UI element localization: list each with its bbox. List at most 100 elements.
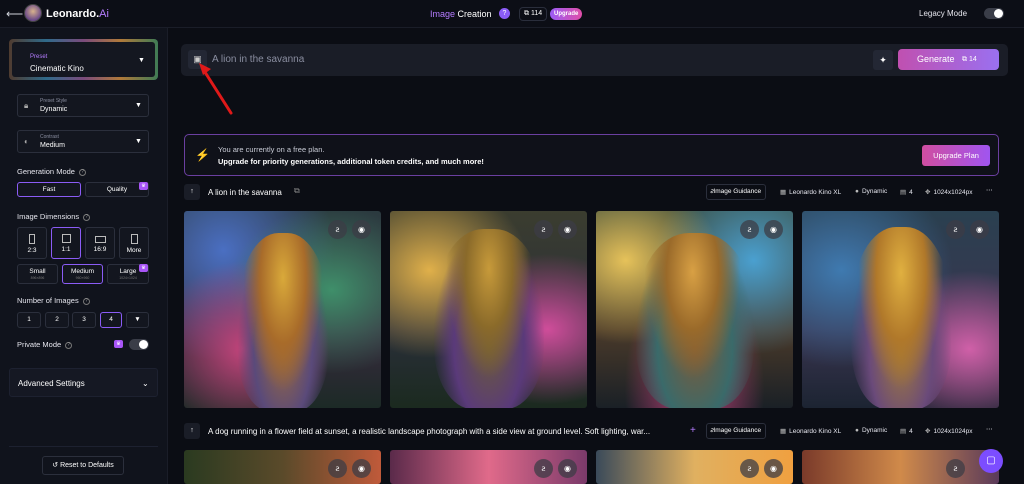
- ratio-1-1-button[interactable]: 1:1: [51, 227, 81, 259]
- advanced-settings-accordion[interactable]: Advanced Settings ⌄: [9, 368, 158, 397]
- copy-icon[interactable]: ⧉: [294, 186, 300, 196]
- mode-quality-label: Quality: [106, 186, 128, 193]
- image-dimensions-label: Image Dimensions: [17, 212, 80, 221]
- chevron-down-icon: ▼: [138, 57, 145, 64]
- ratio-more-button[interactable]: More: [119, 227, 149, 259]
- generated-image[interactable]: ꙅ ◉: [802, 211, 999, 408]
- preset-style-dropdown[interactable]: 🔒︎ Preset Style Dynamic ▼: [17, 94, 149, 117]
- legacy-mode-label: Legacy Mode: [919, 9, 968, 18]
- image-guidance-icon[interactable]: ꙅ: [534, 220, 553, 239]
- private-mode-toggle[interactable]: [129, 339, 149, 350]
- reset-to-defaults-button[interactable]: ↺ Reset to Defaults: [42, 456, 124, 475]
- lion-figure: [850, 227, 951, 408]
- model-icon: ▦: [780, 189, 787, 196]
- image-guidance-icon[interactable]: ꙅ: [328, 459, 347, 478]
- model-label: Leonardo Kino XL: [789, 428, 842, 435]
- legacy-mode-toggle[interactable]: [984, 8, 1004, 19]
- contrast-dropdown[interactable]: ◐ Contrast Medium ▼: [17, 130, 149, 153]
- ratio-2-3-button[interactable]: 2:3: [17, 227, 47, 259]
- generated-image[interactable]: ꙅ ◉: [596, 450, 793, 484]
- image-guidance-icon[interactable]: ꙅ: [534, 459, 553, 478]
- ratio-16-9-button[interactable]: 16:9: [85, 227, 115, 259]
- generation-header: ↑ A dog running in a flower field at sun…: [184, 423, 999, 439]
- upgrade-button[interactable]: Upgrade: [550, 8, 583, 20]
- count-1-button[interactable]: 1: [17, 312, 41, 328]
- model-tag: ▦ Leonardo Kino XL: [780, 188, 841, 196]
- image-guidance-icon[interactable]: ꙅ: [740, 459, 759, 478]
- avatar[interactable]: [24, 4, 42, 22]
- back-arrow-icon[interactable]: ⟵: [6, 7, 23, 21]
- guidance-label: Image Guidance: [713, 188, 762, 195]
- token-balance: ⧉ 114: [519, 7, 548, 21]
- generated-image[interactable]: ꙅ ◉: [184, 211, 381, 408]
- landscape-ratio-icon: [94, 236, 106, 243]
- brand-name: Leonardo.: [46, 8, 100, 20]
- count-more-dropdown[interactable]: ▼: [126, 312, 149, 328]
- image-guidance-tag[interactable]: ꙅImage Guidance: [706, 423, 767, 439]
- brand-logo[interactable]: Leonardo.Ai: [46, 8, 109, 20]
- ratio-label: 16:9: [93, 246, 107, 253]
- image-guidance-icon[interactable]: ꙅ: [946, 220, 965, 239]
- count-label: 4: [909, 428, 913, 435]
- info-icon[interactable]: ?: [78, 168, 86, 176]
- more-options-icon[interactable]: ⋯: [986, 186, 993, 194]
- prompt-magic-button[interactable]: ✦: [873, 50, 893, 70]
- premium-icon: ♛: [114, 340, 123, 348]
- size-small-button[interactable]: Small 896×896: [17, 264, 58, 284]
- reuse-prompt-icon[interactable]: ↑: [184, 184, 200, 200]
- number-of-images-label: Number of Images: [17, 296, 79, 305]
- generated-image[interactable]: ꙅ ◉: [390, 450, 587, 484]
- info-icon[interactable]: ?: [82, 297, 90, 305]
- image-guidance-icon[interactable]: ꙅ: [946, 459, 965, 478]
- size-sub: 960×960: [75, 276, 90, 280]
- private-mode-title: Private Mode?: [17, 340, 73, 349]
- image-guidance-icon[interactable]: ꙅ: [740, 220, 759, 239]
- banner-line-1: You are currently on a free plan.: [218, 145, 325, 154]
- image-guidance-tag[interactable]: ꙅImage Guidance: [706, 184, 767, 200]
- size-sub: 1024×1024: [119, 276, 137, 280]
- portrait-ratio-icon: [29, 234, 35, 244]
- eye-icon[interactable]: ◉: [764, 459, 783, 478]
- preset-style-value: Dynamic: [40, 106, 68, 113]
- preset-selector[interactable]: Preset Cinematic Kino ▼: [9, 39, 158, 80]
- info-icon[interactable]: ?: [83, 213, 91, 221]
- upgrade-plan-button[interactable]: Upgrade Plan: [922, 145, 990, 166]
- more-options-icon[interactable]: ⋯: [986, 425, 993, 433]
- image-guidance-icon[interactable]: ꙅ: [328, 220, 347, 239]
- token-icon: ⧉: [524, 10, 529, 17]
- mode-fast-button[interactable]: Fast: [17, 182, 81, 197]
- generated-image[interactable]: ꙅ ◉: [390, 211, 587, 408]
- preset-label: Preset: [30, 54, 48, 60]
- generate-button[interactable]: Generate ⧉ 14: [898, 49, 999, 70]
- eye-icon[interactable]: ◉: [764, 220, 783, 239]
- premium-icon: ♛: [139, 182, 148, 190]
- banner-line-2: Upgrade for priority generations, additi…: [218, 157, 484, 166]
- chat-support-button[interactable]: ▢: [979, 449, 1003, 473]
- count-3-button[interactable]: 3: [72, 312, 96, 328]
- advanced-settings-label: Advanced Settings: [18, 379, 85, 388]
- eye-icon[interactable]: ◉: [352, 459, 371, 478]
- size-tag: ✥ 1024x1024px: [925, 188, 973, 196]
- sidebar: Preset Cinematic Kino ▼ 🔒︎ Preset Style …: [0, 28, 168, 484]
- reuse-prompt-icon[interactable]: ↑: [184, 423, 200, 439]
- info-icon[interactable]: ?: [65, 341, 73, 349]
- help-icon[interactable]: ?: [499, 8, 510, 19]
- square-ratio-icon: [61, 234, 71, 243]
- eye-icon[interactable]: ◉: [352, 220, 371, 239]
- lock-icon: 🔒︎: [24, 101, 29, 110]
- size-label: Small: [29, 268, 46, 275]
- divider: [9, 446, 158, 447]
- images-icon: ▤: [900, 189, 907, 196]
- brand-suffix: Ai: [99, 8, 109, 20]
- generated-image[interactable]: ꙅ ◉: [184, 450, 381, 484]
- eye-icon[interactable]: ◉: [970, 220, 989, 239]
- generated-image[interactable]: ꙅ ◉: [596, 211, 793, 408]
- generated-image[interactable]: ꙅ: [802, 450, 999, 484]
- count-2-button[interactable]: 2: [45, 312, 69, 328]
- plus-icon[interactable]: +: [690, 425, 696, 436]
- eye-icon[interactable]: ◉: [558, 220, 577, 239]
- eye-icon[interactable]: ◉: [558, 459, 577, 478]
- size-medium-button[interactable]: Medium 960×960: [62, 264, 103, 284]
- more-ratio-icon: [130, 234, 138, 244]
- count-4-button[interactable]: 4: [100, 312, 122, 328]
